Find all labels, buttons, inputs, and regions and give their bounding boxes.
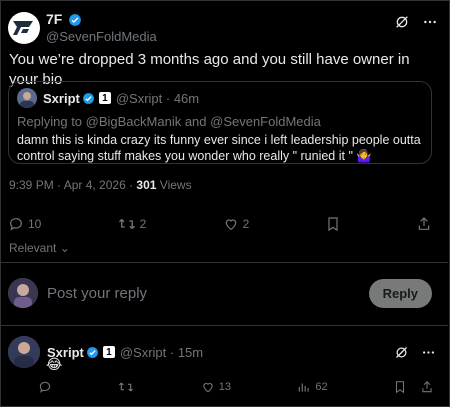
verified-badge-icon — [86, 346, 99, 359]
sort-dropdown[interactable]: Relevant ⌄ — [9, 241, 70, 255]
tweet-meta: 9:39 PM · Apr 4, 2026 · 301 Views — [9, 178, 192, 192]
repost-icon[interactable] — [118, 380, 134, 394]
like-action[interactable]: 13 — [201, 380, 231, 394]
reply-tweet-text: 😂 — [46, 356, 63, 372]
views-action[interactable]: 62 — [297, 380, 328, 394]
heart-icon — [201, 380, 215, 394]
verified-badge-icon — [82, 92, 95, 105]
affiliate-badge: 1 — [98, 92, 111, 104]
quoted-tweet-text: damn this is kinda crazy its funny ever … — [17, 133, 421, 163]
reply-composer: Post your reply Reply — [8, 276, 432, 310]
bookmark-icon[interactable] — [394, 380, 406, 394]
repost-icon — [118, 216, 136, 232]
sort-label: Relevant — [9, 241, 57, 255]
share-action[interactable] — [416, 216, 432, 232]
quoted-tweet[interactable]: Sxript 1 @Sxript · 46m Replying to @BigB… — [8, 81, 432, 164]
quoted-author-name[interactable]: Sxript — [43, 91, 80, 106]
reply-author-avatar[interactable] — [8, 336, 40, 368]
chevron-down-icon: ⌄ — [59, 241, 70, 255]
grok-icon[interactable] — [394, 14, 410, 30]
repost-action[interactable]: 2 — [118, 216, 147, 232]
bookmark-icon — [326, 216, 340, 232]
reply-count: 10 — [28, 217, 42, 231]
quoted-author-handle[interactable]: @Sxript · 46m — [116, 91, 199, 106]
analytics-icon — [297, 380, 311, 394]
main-tweet-header: 7F @SevenFoldMedia — [8, 8, 442, 48]
divider — [0, 325, 448, 326]
author-handle[interactable]: @SevenFoldMedia — [46, 28, 157, 45]
tweet-timestamp[interactable]: 9:39 PM · Apr 4, 2026 · — [9, 178, 133, 192]
share-icon[interactable] — [420, 380, 434, 394]
verified-badge-icon — [68, 13, 82, 27]
divider — [0, 262, 448, 263]
views-count: 301 — [136, 178, 157, 192]
like-count: 13 — [218, 381, 231, 393]
heart-icon — [223, 216, 239, 232]
reply-action[interactable]: 10 — [8, 216, 41, 232]
share-icon — [416, 216, 432, 232]
more-options-icon[interactable] — [422, 14, 438, 30]
replying-to-line: Replying to @BigBackManik and @SevenFold… — [17, 114, 321, 129]
reply-input[interactable]: Post your reply — [47, 285, 369, 302]
grok-icon[interactable] — [394, 345, 409, 360]
like-action[interactable]: 2 — [223, 216, 250, 232]
affiliate-badge: 1 — [102, 346, 115, 358]
reply-button[interactable]: Reply — [368, 278, 432, 308]
sevenfold-logo — [13, 21, 33, 35]
quoted-author-avatar[interactable] — [17, 88, 37, 108]
bookmark-action[interactable] — [326, 216, 340, 232]
reply-actions-bar: 13 62 — [38, 380, 434, 394]
like-count: 2 — [242, 217, 250, 231]
tweet-actions-bar: 10 2 2 — [8, 216, 432, 232]
reply-icon[interactable] — [38, 380, 52, 394]
repost-count: 2 — [139, 217, 147, 231]
current-user-avatar[interactable] — [8, 278, 38, 308]
reply-tweet[interactable]: Sxript 1 @Sxript · 15m 😂 — [8, 336, 436, 372]
views-count: 62 — [315, 381, 328, 393]
author-name[interactable]: 7F — [46, 11, 62, 27]
reply-author-handle[interactable]: @Sxript · 15m — [120, 345, 203, 360]
views-label: Views — [159, 178, 192, 192]
more-options-icon[interactable] — [421, 345, 436, 360]
author-avatar[interactable] — [8, 12, 40, 44]
reply-icon — [8, 216, 24, 232]
